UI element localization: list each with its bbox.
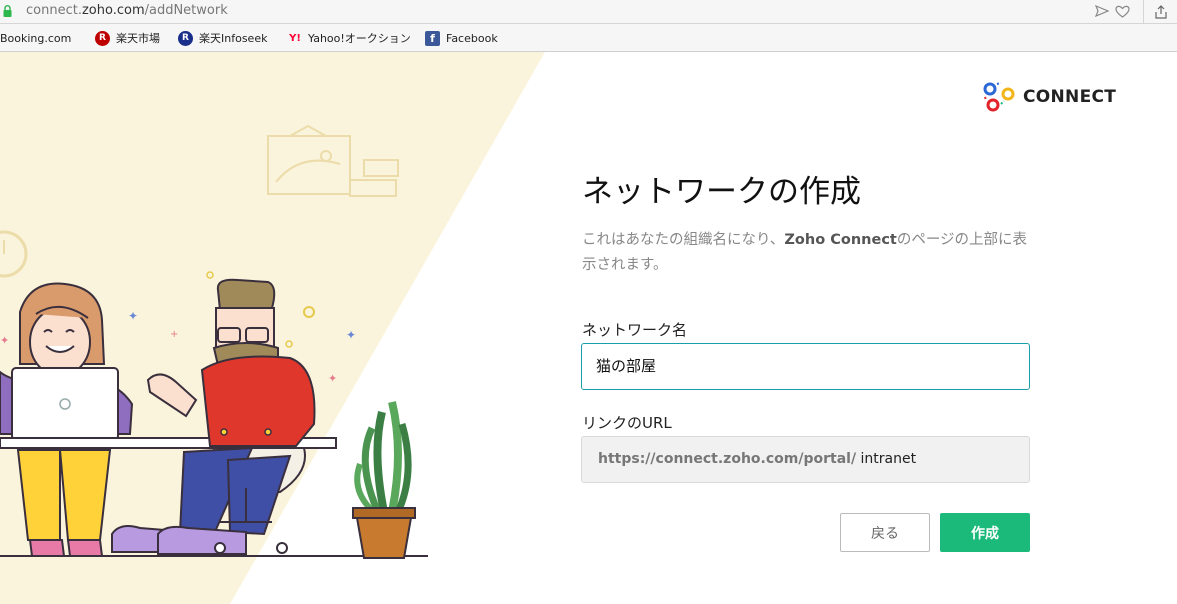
url-slug-text[interactable]: intranet <box>861 451 917 467</box>
bookmark-yahoo[interactable]: Y! Yahoo!オークション <box>286 24 411 52</box>
connect-logo[interactable]: CONNECT <box>981 80 1116 114</box>
send-icon[interactable] <box>1094 3 1110 19</box>
url-prefix: connect. <box>26 3 82 18</box>
back-button[interactable]: 戻る <box>840 513 930 552</box>
description-text: これはあなたの組織名になり、 <box>582 232 785 248</box>
svg-text:✦: ✦ <box>0 334 9 347</box>
yahoo-icon: Y! <box>289 32 301 44</box>
bookmark-rakuten[interactable]: R 楽天市場 <box>95 24 160 52</box>
bookmark-facebook[interactable]: f Facebook <box>425 24 498 52</box>
page-title: ネットワークの作成 <box>582 174 861 210</box>
facebook-icon: f <box>425 30 440 46</box>
heart-icon[interactable] <box>1114 3 1130 19</box>
url-domain: zoho.com <box>81 3 145 18</box>
share-icon <box>1154 5 1167 19</box>
create-button[interactable]: 作成 <box>940 513 1030 552</box>
svg-text:✦: ✦ <box>346 328 356 342</box>
bookmark-label: 楽天市場 <box>116 32 160 45</box>
page-description: これはあなたの組織名になり、Zoho Connectのページの上部に表示されます… <box>582 228 1032 278</box>
portal-url-field[interactable]: https://connect.zoho.com/portal/ intrane… <box>581 436 1030 483</box>
description-brand: Zoho Connect <box>784 232 897 248</box>
bookmark-booking[interactable]: Booking.com <box>0 24 71 52</box>
url-text[interactable]: connect.zoho.com/addNetwork <box>26 3 228 18</box>
page-content: ✦ ✦ ✦ + ✦ CONNECT ネットワークの作成 これはあなたの組織名にな… <box>0 52 1177 604</box>
svg-text:+: + <box>170 329 178 340</box>
connect-logo-icon <box>983 82 1015 112</box>
bookmark-label: Yahoo!オークション <box>308 32 411 45</box>
team-illustration: ✦ ✦ ✦ + ✦ <box>0 52 545 604</box>
share-button[interactable] <box>1143 0 1177 24</box>
rakuten-icon: R <box>95 30 110 46</box>
url-path: /addNetwork <box>144 3 228 18</box>
infoseek-icon: R <box>178 30 193 46</box>
url-label: リンクのURL <box>582 414 672 432</box>
svg-text:✦: ✦ <box>328 372 337 385</box>
svg-text:✦: ✦ <box>128 309 138 323</box>
bookmark-infoseek[interactable]: R 楽天Infoseek <box>178 24 267 52</box>
network-name-input[interactable]: 猫の部屋 <box>581 343 1030 390</box>
lock-icon <box>3 5 12 17</box>
bookmark-label: Facebook <box>446 31 498 45</box>
url-prefix-text: https://connect.zoho.com/portal/ <box>598 451 857 467</box>
browser-url-bar[interactable]: connect.zoho.com/addNetwork <box>0 0 1177 24</box>
logo-text: CONNECT <box>1023 87 1117 107</box>
bookmark-label: 楽天Infoseek <box>199 32 268 45</box>
bookmark-label: Booking.com <box>0 31 72 45</box>
potted-plant <box>352 401 416 559</box>
network-name-label: ネットワーク名 <box>582 321 688 339</box>
bookmarks-bar: Booking.com R 楽天市場 R 楽天Infoseek Y! Yahoo!オー… <box>0 24 1177 52</box>
